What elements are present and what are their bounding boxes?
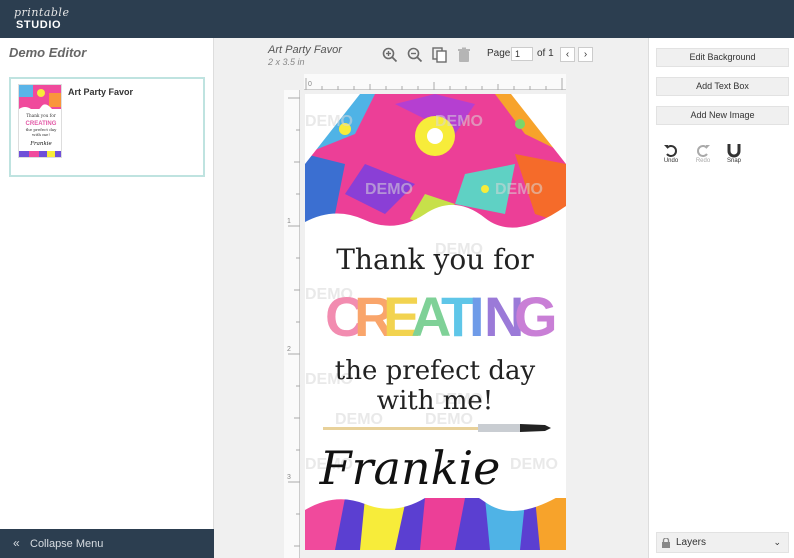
redo-icon <box>692 142 714 158</box>
watermark-1: DEMO <box>305 113 353 130</box>
watermark-4: DEMO <box>495 181 543 198</box>
undo-label: Undo <box>663 158 679 164</box>
watermark-12: DEMO <box>510 456 558 473</box>
ruler-mark-1: 1 <box>287 218 291 225</box>
logo-line2: STUDIO <box>16 19 62 31</box>
undo-button[interactable]: Undo <box>660 142 682 164</box>
printable-studio-logo[interactable]: printable STUDIO <box>12 6 72 34</box>
snap-button[interactable]: Snap <box>723 142 745 164</box>
ruler-mark-3: 3 <box>287 474 291 481</box>
chevron-down-icon: ⌄ <box>773 537 781 547</box>
redo-label: Redo <box>695 158 711 164</box>
next-page-button[interactable]: › <box>578 47 593 62</box>
snap-label: Snap <box>726 158 741 164</box>
thumbnail-artwork: Thank you for CREATING the prefect day w… <box>19 85 61 157</box>
template-card[interactable]: Thank you for CREATING the prefect day w… <box>9 77 205 177</box>
layers-label: Layers <box>676 537 707 548</box>
zoom-in-icon[interactable] <box>381 46 399 64</box>
top-bar: printable STUDIO <box>0 0 794 38</box>
collapse-menu-button[interactable]: « Collapse Menu <box>0 529 214 558</box>
layers-dropdown[interactable]: Layers ⌄ <box>656 532 789 553</box>
page-count: of 1 <box>537 48 554 59</box>
ruler-zero-label: 0 <box>308 81 312 88</box>
copy-icon[interactable] <box>431 46 449 64</box>
collapse-menu-label: Collapse Menu <box>30 538 104 550</box>
creating-letter: G <box>514 285 558 348</box>
page-label: Page <box>487 48 511 59</box>
thumb-line1: Thank you for <box>26 113 56 118</box>
thumb-name: Frankie <box>29 141 52 147</box>
watermark-2: DEMO <box>435 113 483 130</box>
tag-line2-creating: CREATI NG <box>325 285 558 348</box>
horizontal-ruler: 0 <box>304 74 566 90</box>
watermark-3: DEMO <box>365 181 413 198</box>
left-panel: Demo Editor Thank you for CREATING the p… <box>0 38 214 558</box>
magnet-icon <box>723 142 745 158</box>
add-text-box-button[interactable]: Add Text Box <box>656 77 789 96</box>
double-chevron-left-icon: « <box>13 536 20 550</box>
tag-line3: the prefect day <box>335 356 536 386</box>
tag-line4: with me! <box>377 386 494 416</box>
design-canvas[interactable]: DEMO DEMO DEMO DEMO DEMO DEMO DEMO DEMO … <box>305 94 566 550</box>
trash-icon[interactable] <box>455 46 473 64</box>
vertical-ruler: 1 2 3 <box>284 90 300 558</box>
logo-line1: printable <box>14 6 70 19</box>
favor-tag-artwork: DEMO DEMO DEMO DEMO DEMO DEMO DEMO DEMO … <box>305 94 566 550</box>
thumb-line4: with me! <box>32 132 50 137</box>
right-panel: Edit Background Add Text Box Add New Ima… <box>648 38 794 558</box>
panel-title: Demo Editor <box>9 45 87 60</box>
undo-icon <box>660 142 682 158</box>
zoom-out-icon[interactable] <box>406 46 424 64</box>
page-number-input[interactable]: 1 <box>511 47 533 61</box>
document-size: 2 x 3.5 in <box>268 57 305 67</box>
creating-letter: I <box>469 285 485 348</box>
tag-name: Frankie <box>319 441 501 495</box>
template-thumbnail[interactable]: Thank you for CREATING the prefect day w… <box>18 84 62 158</box>
redo-button[interactable]: Redo <box>692 142 714 164</box>
ruler-mark-2: 2 <box>287 346 291 353</box>
edit-background-button[interactable]: Edit Background <box>656 48 789 67</box>
tag-line1: Thank you for <box>336 243 534 276</box>
add-new-image-button[interactable]: Add New Image <box>656 106 789 125</box>
lock-icon <box>662 537 670 548</box>
document-title: Art Party Favor <box>268 44 342 56</box>
template-name: Art Party Favor <box>68 87 134 97</box>
prev-page-button[interactable]: ‹ <box>560 47 575 62</box>
